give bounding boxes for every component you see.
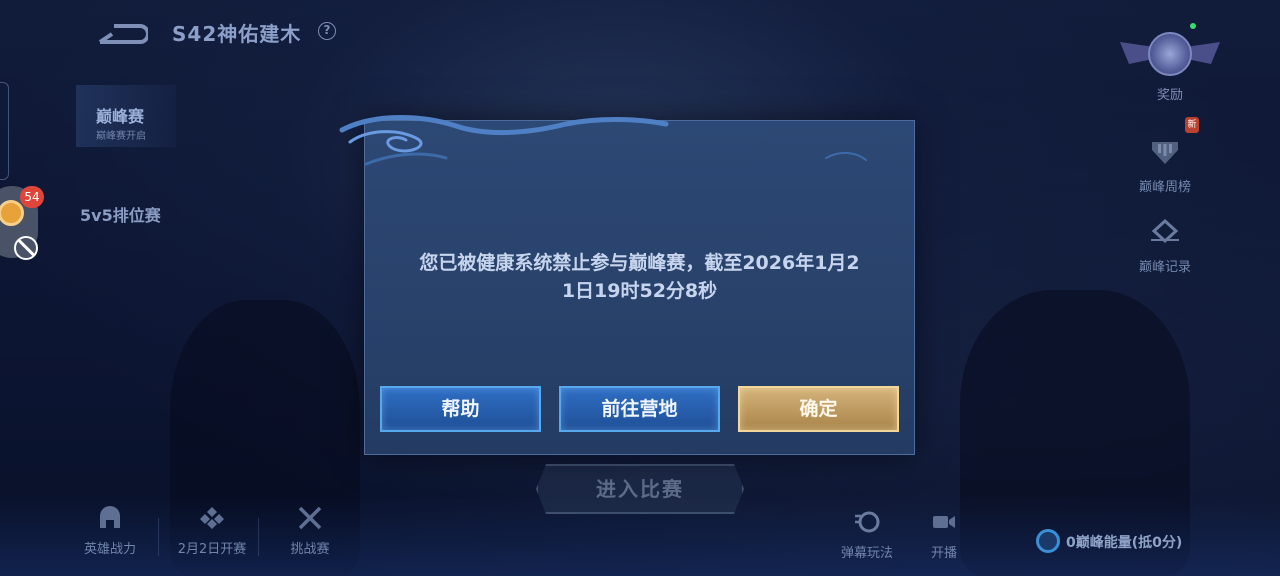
camera-icon [933, 516, 955, 528]
block-icon[interactable] [14, 236, 38, 260]
new-tag: 新 [1185, 117, 1199, 133]
reward-button[interactable]: 奖励 [1120, 22, 1220, 103]
go-to-camp-button[interactable]: 前往营地 [559, 386, 720, 432]
reward-label: 奖励 [1156, 88, 1183, 103]
weekly-rank-icon [1152, 142, 1178, 164]
mode-tab-ranked[interactable]: 5v5排位赛 [80, 202, 161, 226]
assistant-avatar-icon [0, 200, 24, 226]
wing-left-icon [1120, 42, 1150, 64]
side-panel-edge[interactable] [0, 82, 9, 180]
peak-record-label: 巅峰记录 [1138, 260, 1191, 275]
ban-notice-dialog: 您已被健康系统禁止参与巅峰赛，截至2026年1月2 1日19时52分8秒 帮助 … [364, 120, 915, 455]
season-start-button[interactable]: 2月2日开赛 [168, 506, 256, 557]
hero-power-button[interactable]: 英雄战力 [78, 506, 142, 557]
enter-match-button[interactable]: 进入比赛 [536, 464, 744, 514]
crossed-swords-icon [298, 506, 322, 530]
online-dot [1190, 23, 1196, 29]
dialog-message: 您已被健康系统禁止参与巅峰赛，截至2026年1月2 1日19时52分8秒 [385, 249, 894, 305]
hero-power-label: 英雄战力 [83, 542, 136, 557]
season-title: S42神佑建木 [172, 22, 302, 46]
reward-emblem-icon [1148, 32, 1192, 76]
divider [258, 518, 259, 556]
live-stream-label: 开播 [930, 546, 957, 561]
peak-record-button[interactable]: 巅峰记录 [1120, 218, 1210, 275]
notification-badge: 54 [20, 186, 44, 208]
wing-right-icon [1190, 42, 1220, 64]
back-arrow-icon[interactable] [96, 18, 148, 46]
mode-tab-peak[interactable]: 巅峰赛 巅峰赛开启 [76, 85, 176, 147]
confirm-button[interactable]: 确定 [738, 386, 899, 432]
challenge-button[interactable]: 挑战赛 [278, 506, 342, 557]
mode-tab-label: 巅峰赛 [96, 107, 145, 126]
season-start-label: 2月2日开赛 [177, 542, 247, 557]
divider [158, 518, 159, 556]
energy-text: 0巅峰能量(抵0分) [1066, 535, 1183, 551]
live-stream-button[interactable]: 开播 [922, 510, 966, 561]
hero-helmet-icon [100, 506, 120, 528]
help-icon[interactable]: ? [318, 22, 336, 40]
diamond-grid-icon [200, 507, 224, 529]
dialog-message-line1: 您已被健康系统禁止参与巅峰赛，截至2026年1月2 [419, 252, 860, 274]
peak-record-icon [1151, 218, 1179, 244]
dialog-message-line2: 1日19时52分8秒 [561, 280, 718, 302]
weekly-rank-label: 巅峰周榜 [1138, 180, 1191, 195]
danmaku-button[interactable]: 弹幕玩法 [832, 510, 902, 561]
help-button[interactable]: 帮助 [380, 386, 541, 432]
danmaku-label: 弹幕玩法 [840, 546, 893, 561]
challenge-label: 挑战赛 [290, 542, 330, 557]
energy-ring-icon [1036, 529, 1060, 553]
enter-match-label: 进入比赛 [596, 477, 684, 501]
weekly-rank-button[interactable]: 巅峰周榜 [1120, 138, 1210, 195]
danmaku-icon [855, 511, 880, 533]
mode-tab-sublabel: 巅峰赛开启 [96, 131, 146, 142]
